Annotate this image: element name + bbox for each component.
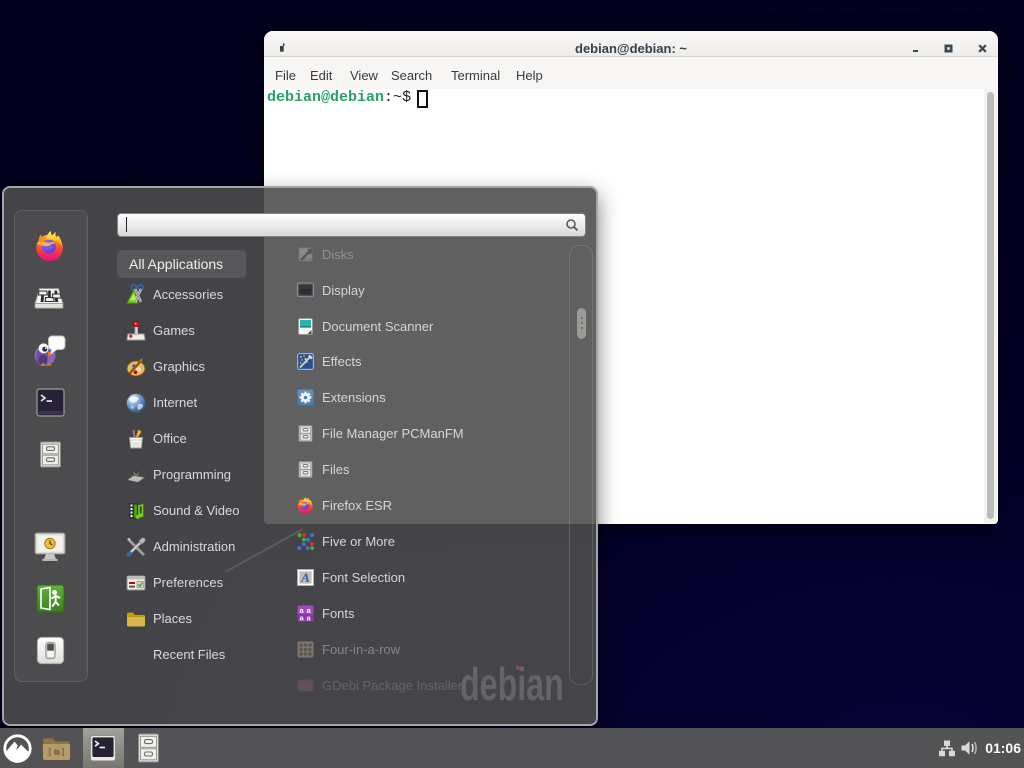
- svg-text:A: A: [300, 570, 310, 585]
